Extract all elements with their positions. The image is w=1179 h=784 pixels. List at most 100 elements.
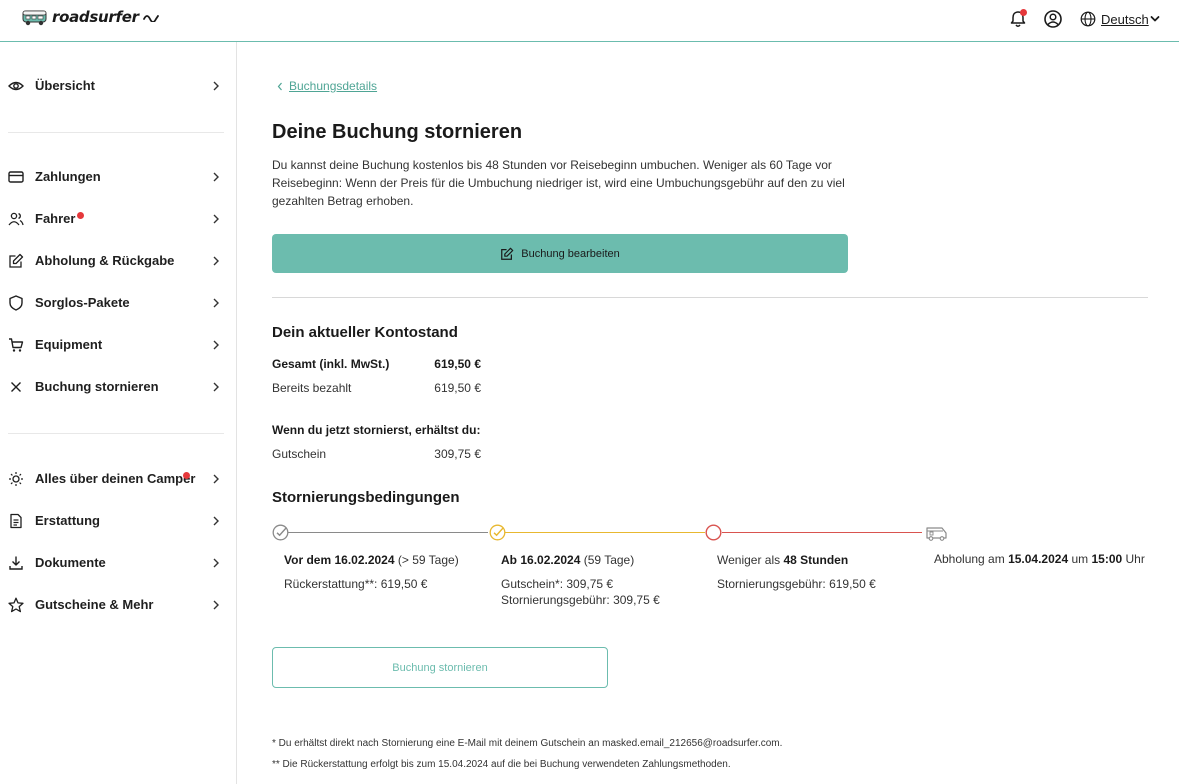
timeline-segment	[288, 532, 488, 533]
timeline-segment	[722, 532, 922, 533]
check-circle-icon	[489, 524, 506, 541]
sidebar-item-documents[interactable]: Dokumente	[0, 545, 236, 581]
notification-dot	[77, 212, 84, 219]
total-label: Gesamt (inkl. MwSt.)	[272, 357, 390, 371]
cart-icon	[9, 338, 24, 352]
chevron-left-icon	[277, 82, 282, 90]
condition-col-2: Ab 16.02.2024 (59 Tage) Gutschein*: 309,…	[501, 552, 660, 608]
voucher-value: 309,75 €	[434, 447, 481, 461]
condition-line: Stornierungsgebühr: 309,75 €	[501, 593, 660, 607]
sidebar-item-label: Gutscheine & Mehr	[35, 597, 154, 612]
sidebar-item-label: Sorglos-Pakete	[35, 295, 130, 310]
cancel-booking-label: Buchung stornieren	[392, 661, 488, 674]
eye-icon	[8, 81, 24, 91]
condition-date-prefix: Ab	[501, 553, 521, 567]
sidebar-item-care-packages[interactable]: Sorglos-Pakete	[0, 285, 236, 321]
section-divider	[272, 297, 1148, 298]
download-icon	[9, 556, 23, 570]
chevron-right-icon	[213, 256, 219, 266]
paid-label: Bereits bezahlt	[272, 381, 352, 395]
users-icon	[8, 212, 24, 226]
condition-line: Rückerstattung**: 619,50 €	[284, 577, 428, 591]
main-content: Buchungsdetails Deine Buchung stornieren…	[237, 42, 1179, 784]
sidebar-item-label: Fahrer	[35, 211, 76, 226]
condition-hours: 48 Stunden	[783, 553, 849, 567]
wave-icon	[142, 15, 159, 22]
edit-icon	[501, 247, 514, 260]
van-icon	[22, 10, 47, 26]
paid-value: 619,50 €	[434, 381, 481, 395]
sidebar-item-label: Equipment	[35, 337, 103, 352]
chevron-right-icon	[213, 600, 219, 610]
circle-icon	[705, 524, 722, 541]
sidebar-divider	[8, 433, 224, 434]
cancel-result-heading: Wenn du jetzt stornierst, erhältst du:	[272, 423, 481, 437]
sidebar-divider	[8, 132, 224, 133]
condition-date: 16.02.2024	[334, 553, 395, 567]
back-link[interactable]: Buchungsdetails	[277, 79, 377, 93]
conditions-heading: Stornierungsbedingungen	[272, 489, 460, 506]
notification-dot	[183, 472, 190, 479]
sidebar-item-label: Zahlungen	[35, 169, 101, 184]
sidebar-item-pickup-return[interactable]: Abholung & Rückgabe	[0, 243, 236, 279]
language-selector[interactable]: Deutsch	[1101, 12, 1149, 27]
shield-icon	[9, 295, 23, 311]
sidebar: Übersicht Zahlungen Fahrer Abholung & Rü…	[0, 42, 237, 784]
timeline-segment	[505, 532, 705, 533]
x-icon	[11, 382, 21, 392]
balance-heading: Dein aktueller Kontostand	[272, 324, 458, 341]
voucher-label: Gutschein	[272, 447, 327, 461]
top-header: roadsurfer Deutsch	[0, 0, 1179, 42]
condition-col-3: Weniger als 48 Stunden Stornierungsgebüh…	[717, 552, 876, 592]
sidebar-item-refund[interactable]: Erstattung	[0, 503, 236, 539]
condition-days: (> 59 Tage)	[394, 553, 459, 567]
chevron-right-icon	[213, 382, 219, 392]
footnote-refund: ** Die Rückerstattung erfolgt bis zum 15…	[272, 759, 731, 770]
condition-days: (59 Tage)	[580, 553, 635, 567]
pickup-mid: um	[1068, 552, 1092, 566]
lightbulb-icon	[9, 472, 23, 486]
user-icon[interactable]	[1043, 9, 1063, 29]
cancel-booking-button[interactable]: Buchung stornieren	[272, 647, 608, 688]
sidebar-item-label: Alles über deinen Camper	[35, 471, 196, 486]
pickup-time: 15:00	[1091, 552, 1123, 566]
star-icon	[8, 597, 24, 613]
edit-icon	[9, 253, 24, 268]
chevron-right-icon	[213, 340, 219, 350]
chevron-right-icon	[213, 81, 219, 91]
check-circle-icon	[272, 524, 289, 541]
condition-line: Stornierungsgebühr: 619,50 €	[717, 577, 876, 591]
condition-col-4: Abholung am 15.04.2024 um 15:00 Uhr	[934, 551, 1145, 567]
globe-icon[interactable]	[1080, 11, 1096, 27]
condition-date: 16.02.2024	[520, 553, 581, 567]
pickup-prefix: Abholung am	[934, 552, 1009, 566]
logo[interactable]: roadsurfer	[22, 8, 159, 26]
edit-booking-button[interactable]: Buchung bearbeiten	[272, 234, 848, 273]
condition-col-1: Vor dem 16.02.2024 (> 59 Tage) Rückersta…	[284, 552, 459, 592]
sidebar-item-payments[interactable]: Zahlungen	[0, 159, 236, 195]
back-link-label: Buchungsdetails	[289, 79, 378, 93]
condition-date-prefix: Vor dem	[284, 553, 335, 567]
sidebar-item-camper-info[interactable]: Alles über deinen Camper	[0, 461, 236, 497]
sidebar-item-cancel-booking[interactable]: Buchung stornieren	[0, 369, 236, 405]
sidebar-item-vouchers[interactable]: Gutscheine & Mehr	[0, 587, 236, 623]
chevron-down-icon[interactable]	[1150, 14, 1160, 24]
document-icon	[10, 513, 22, 529]
chevron-right-icon	[213, 516, 219, 526]
sidebar-item-overview[interactable]: Übersicht	[0, 68, 236, 104]
page-title: Deine Buchung stornieren	[272, 121, 523, 143]
sidebar-item-equipment[interactable]: Equipment	[0, 327, 236, 363]
condition-prefix: Weniger als	[717, 553, 784, 567]
intro-text: Du kannst deine Buchung kostenlos bis 48…	[272, 158, 845, 208]
logo-text: roadsurfer	[52, 8, 139, 26]
camper-van-icon	[926, 527, 947, 541]
chevron-right-icon	[213, 474, 219, 484]
condition-line: Gutschein*: 309,75 €	[501, 577, 614, 591]
sidebar-item-label: Übersicht	[35, 78, 95, 93]
chevron-right-icon	[213, 172, 219, 182]
notification-dot	[1020, 9, 1027, 16]
credit-card-icon	[8, 171, 24, 183]
footnote-voucher: * Du erhältst direkt nach Stornierung ei…	[272, 738, 783, 749]
sidebar-item-drivers[interactable]: Fahrer	[0, 201, 236, 237]
total-value: 619,50 €	[434, 357, 481, 371]
